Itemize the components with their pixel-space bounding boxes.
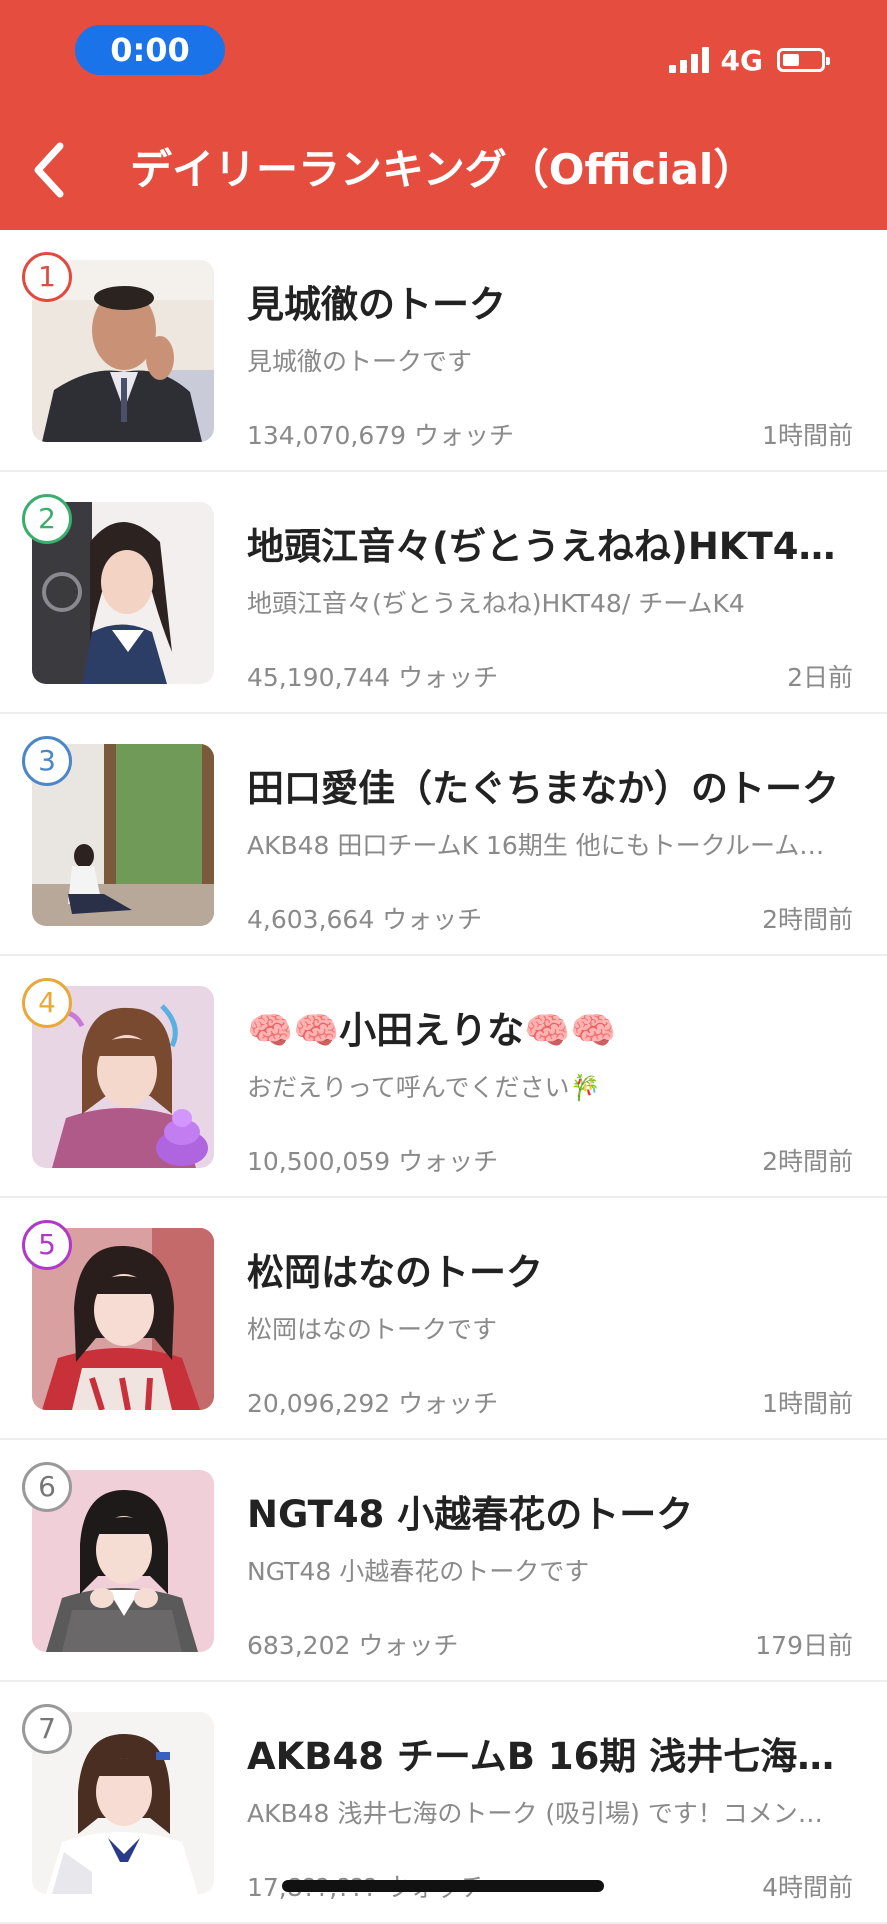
watch-count: 10,500,059 ウォッチ	[247, 1147, 499, 1176]
watch-count: 45,190,744 ウォッチ	[247, 663, 499, 692]
signal-icon	[668, 47, 709, 73]
talk-name: 松岡はなのトーク	[247, 1251, 543, 1294]
home-indicator[interactable]	[282, 1880, 604, 1892]
talk-description: 見城徹のトークです	[247, 347, 473, 376]
rank-badge: 6	[22, 1462, 72, 1512]
talk-name: 🧠🧠小田えりな🧠🧠	[247, 1009, 617, 1052]
chevron-left-icon	[34, 142, 64, 198]
ranking-row-3[interactable]: 3 田口愛佳（たぐちまなか）のトーク AKB48 田口チームK 16期生 他にも…	[0, 714, 887, 956]
rank-badge: 4	[22, 978, 72, 1028]
rank-badge: 3	[22, 736, 72, 786]
battery-icon	[777, 48, 830, 72]
watch-count: 20,096,292 ウォッチ	[247, 1389, 499, 1418]
talk-name: NGT48 小越春花のトーク	[247, 1493, 694, 1536]
rank-badge: 7	[22, 1704, 72, 1754]
status-time: 0:00	[75, 25, 225, 75]
rank-badge: 5	[22, 1220, 72, 1270]
network-type: 4G	[720, 43, 763, 77]
page-title: デイリーランキング（Official）	[130, 145, 756, 194]
watch-count: 134,070,679 ウォッチ	[247, 421, 514, 450]
talk-name: 地頭江音々(ぢとうえねね)HKT48/チームK4	[247, 525, 847, 568]
updated-time: 2時間前	[762, 905, 853, 934]
ranking-row-4[interactable]: 4 🧠🧠小田えりな🧠🧠 おだえりって呼んでください🎋 10,500,059 ウォ…	[0, 956, 887, 1198]
ranking-row-1[interactable]: 1 見城徹のトーク 見城徹のトークです 134,070,679 ウォッチ 1時間…	[0, 230, 887, 472]
updated-time: 1時間前	[762, 1389, 853, 1418]
back-button[interactable]	[28, 140, 88, 200]
app-header: 0:00 4G デイリーランキング（Official）	[0, 0, 887, 230]
status-indicators: 4G	[668, 40, 830, 80]
talk-description: NGT48 小越春花のトークです	[247, 1557, 590, 1586]
talk-description: AKB48 田口チームK 16期生 他にもトークルームがあります	[247, 831, 847, 860]
talk-description: おだえりって呼んでください🎋	[247, 1073, 601, 1102]
updated-time: 179日前	[755, 1631, 853, 1660]
updated-time: 1時間前	[762, 421, 853, 450]
updated-time: 2日前	[787, 663, 853, 692]
watch-count: 683,202 ウォッチ	[247, 1631, 459, 1660]
talk-description: AKB48 浅井七海のトーク (吸引場) です！コメントお待ちしています	[247, 1799, 847, 1828]
ranking-row-2[interactable]: 2 地頭江音々(ぢとうえねね)HKT48/チームK4 地頭江音々(ぢとうえねね)…	[0, 472, 887, 714]
ranking-row-6[interactable]: 6 NGT48 小越春花のトーク NGT48 小越春花のトークです 683,20…	[0, 1440, 887, 1682]
ranking-list: 1 見城徹のトーク 見城徹のトークです 134,070,679 ウォッチ 1時間…	[0, 230, 887, 1924]
ranking-row-5[interactable]: 5 松岡はなのトーク 松岡はなのトークです 20,096,292 ウォッチ 1時…	[0, 1198, 887, 1440]
talk-name: AKB48 チームB 16期 浅井七海のトーク	[247, 1735, 847, 1778]
updated-time: 4時間前	[762, 1873, 853, 1902]
rank-badge: 1	[22, 252, 72, 302]
talk-description: 松岡はなのトークです	[247, 1315, 498, 1344]
talk-name: 見城徹のトーク	[247, 283, 506, 326]
talk-name: 田口愛佳（たぐちまなか）のトーク	[247, 767, 839, 810]
updated-time: 2時間前	[762, 1147, 853, 1176]
talk-description: 地頭江音々(ぢとうえねね)HKT48/ チームK4	[247, 589, 745, 618]
rank-badge: 2	[22, 494, 72, 544]
watch-count: 4,603,664 ウォッチ	[247, 905, 483, 934]
